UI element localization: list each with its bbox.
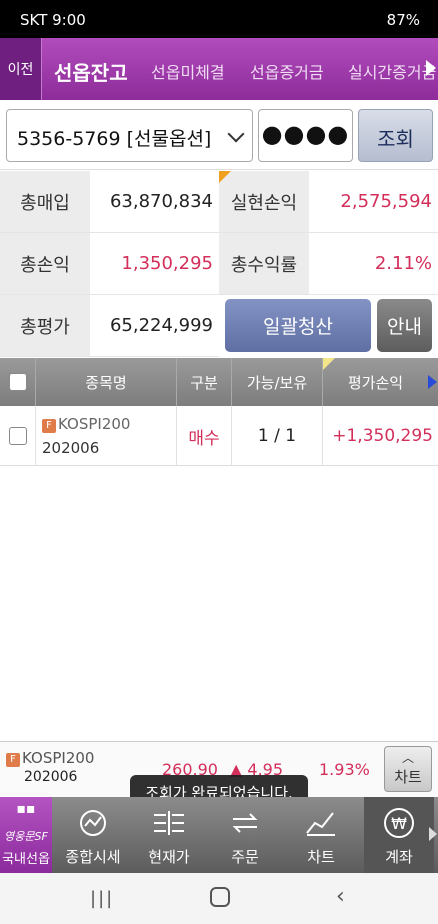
- total-pl-label: 총손익: [0, 233, 90, 295]
- quote-name-row: F KOSPI200: [6, 749, 94, 767]
- row-name: KOSPI200: [58, 415, 131, 433]
- balance-summary: 총매입 63,870,834 실현손익 2,575,594 총손익 1,350,…: [0, 171, 438, 357]
- col-pl[interactable]: 평가손익: [323, 358, 428, 406]
- tab-futures-margin[interactable]: 선옵증거금: [250, 59, 324, 83]
- line-chart-icon: [304, 808, 338, 838]
- account-row: 5356-5769 [선물옵션] ●●●● 조회: [0, 100, 438, 170]
- row-qty: 1 / 1: [232, 406, 323, 466]
- svg-text:₩: ₩: [391, 814, 407, 833]
- futures-badge-icon: F: [42, 419, 56, 433]
- prev-button[interactable]: 이전: [0, 38, 42, 100]
- info-corner-icon: [219, 171, 231, 183]
- total-return-value: 2.11%: [309, 233, 438, 295]
- price-list-icon: [152, 808, 186, 838]
- chevron-up-icon: ︿: [401, 751, 414, 765]
- recent-apps-icon[interactable]: |||: [90, 888, 114, 909]
- row-code: 202006: [42, 439, 100, 457]
- total-purchase-value: 63,870,834: [90, 171, 219, 233]
- realized-pl-value: 2,575,594: [309, 171, 438, 233]
- brand-text: 영웅문SF: [4, 830, 48, 843]
- select-all-checkbox[interactable]: [0, 358, 36, 406]
- futures-badge-icon: F: [6, 753, 20, 767]
- col-qty[interactable]: 가능/보유: [232, 358, 323, 406]
- grid-icon: ▪▪: [16, 800, 36, 817]
- total-return-label: 총수익률: [219, 233, 309, 295]
- chart-button[interactable]: ︿ 차트: [384, 746, 432, 792]
- tab-scroll-arrow-icon[interactable]: [426, 60, 436, 76]
- total-purchase-label: 총매입: [0, 171, 90, 233]
- total-pl-value: 1,350,295: [90, 233, 219, 295]
- quote-code: 202006: [24, 769, 78, 785]
- total-eval-value: 65,224,999: [90, 295, 219, 357]
- col-name[interactable]: 종목명: [36, 358, 177, 406]
- tab-futures-unfilled[interactable]: 선옵미체결: [151, 59, 225, 83]
- nav-chart[interactable]: 차트: [286, 797, 356, 873]
- chevron-down-icon: [227, 125, 245, 143]
- bottom-nav: ▪▪ 영웅문SF 국내선옵 종합시세 현재가 주문 차트 ₩ 계좌: [0, 797, 438, 873]
- col-side[interactable]: 구분: [177, 358, 232, 406]
- carrier-time: SKT 9:00: [20, 11, 86, 29]
- won-coin-icon: ₩: [382, 808, 416, 838]
- table-row[interactable]: F KOSPI200 202006 매수 1 / 1 +1,350,295: [0, 406, 438, 466]
- info-corner-icon: [323, 358, 335, 370]
- system-nav-bar: ||| ‹: [0, 873, 438, 924]
- query-button[interactable]: 조회: [358, 109, 433, 162]
- tab-realtime-margin[interactable]: 실시간증거금: [348, 59, 436, 83]
- back-icon[interactable]: ‹: [336, 884, 345, 909]
- account-select[interactable]: 5356-5769 [선물옵션]: [6, 109, 253, 162]
- realized-pl-label: 실현손익: [219, 171, 309, 233]
- liquidate-all-button[interactable]: 일괄청산: [225, 299, 371, 352]
- battery-level: 87%: [386, 11, 420, 29]
- tab-futures-balance[interactable]: 선옵잔고: [54, 57, 128, 86]
- nav-current-price[interactable]: 현재가: [134, 797, 204, 873]
- globe-chart-icon: [76, 808, 110, 838]
- total-eval-label: 총평가: [0, 295, 90, 357]
- guide-button[interactable]: 안내: [377, 299, 432, 352]
- password-field[interactable]: ●●●●: [258, 109, 353, 162]
- quote-change-pct: 1.93%: [319, 760, 370, 779]
- table-header: 종목명 구분 가능/보유 평가손익: [0, 358, 438, 406]
- nav-scroll-right-icon[interactable]: [429, 827, 437, 841]
- row-name-cell: F KOSPI200 202006: [36, 406, 177, 466]
- swap-arrows-icon: [228, 808, 262, 838]
- row-pl: +1,350,295: [332, 426, 433, 446]
- row-checkbox[interactable]: [0, 406, 36, 466]
- scroll-right-icon[interactable]: [428, 375, 437, 389]
- nav-order[interactable]: 주문: [210, 797, 280, 873]
- row-side: 매수: [177, 406, 232, 466]
- nav-market-overview[interactable]: 종합시세: [58, 797, 128, 873]
- quote-name: KOSPI200: [22, 749, 95, 767]
- tab-bar: 이전 선옵잔고 선옵미체결 선옵증거금 실시간증거금: [0, 38, 438, 100]
- home-icon[interactable]: [210, 887, 230, 907]
- account-value: 5356-5769 [선물옵션]: [17, 128, 212, 150]
- nav-account[interactable]: ₩ 계좌: [364, 797, 434, 873]
- status-bar: SKT 9:00 87%: [0, 0, 438, 38]
- nav-domestic-futures[interactable]: ▪▪ 영웅문SF 국내선옵: [0, 797, 52, 873]
